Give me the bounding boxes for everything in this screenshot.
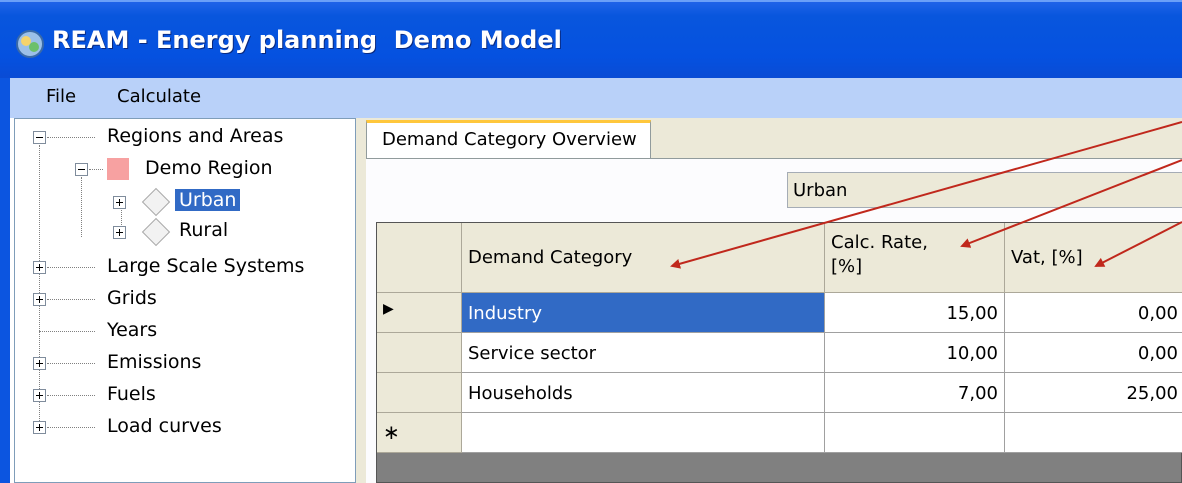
column-header-vat[interactable]: Vat, [%]	[1005, 223, 1182, 293]
cell-calc-rate[interactable]: 7,00	[825, 373, 1005, 413]
cell-category[interactable]: Households	[462, 373, 825, 413]
app-icon	[16, 30, 44, 58]
row-header[interactable]	[377, 373, 462, 413]
panel-splitter[interactable]	[356, 118, 366, 483]
tree-item-years[interactable]: Years	[107, 319, 157, 341]
menu-calculate[interactable]: Calculate	[117, 86, 201, 107]
row-header-new[interactable]: ∗	[377, 413, 462, 453]
expand-icon[interactable]	[113, 196, 126, 209]
region-color-swatch	[107, 158, 129, 180]
region-selector[interactable]: Urban	[787, 172, 1182, 208]
column-header-calc-rate-line1: Calc. Rate,	[831, 232, 928, 253]
expand-icon[interactable]	[33, 293, 46, 306]
tree-item-fuels[interactable]: Fuels	[107, 383, 156, 405]
window-frame	[0, 78, 10, 483]
expand-icon[interactable]	[33, 261, 46, 274]
demand-category-grid[interactable]: Demand Category Calc. Rate, [%] Vat, [%]…	[376, 222, 1182, 483]
cell-calc-rate[interactable]: 15,00	[825, 293, 1005, 333]
tree-item-demo-region[interactable]: Demo Region	[145, 157, 273, 179]
expand-icon[interactable]	[33, 389, 46, 402]
column-header-calc-rate[interactable]: Calc. Rate, [%]	[825, 223, 1005, 293]
cell-calc-rate[interactable]: 10,00	[825, 333, 1005, 373]
tab-strip-border	[366, 158, 1182, 159]
grid-corner-header	[377, 223, 462, 293]
expand-icon[interactable]	[33, 357, 46, 370]
navigation-tree[interactable]: Regions and Areas Demo Region Urban Rura…	[14, 118, 356, 483]
tree-item-urban[interactable]: Urban	[175, 189, 241, 211]
tree-item-large-scale-systems[interactable]: Large Scale Systems	[107, 255, 304, 277]
cell-category[interactable]: Industry	[462, 293, 825, 333]
cell-category-new[interactable]	[462, 413, 825, 453]
menu-file[interactable]: File	[46, 86, 76, 107]
cell-vat-new[interactable]	[1005, 413, 1182, 453]
column-header-demand-category[interactable]: Demand Category	[462, 223, 825, 293]
area-diamond-icon	[141, 187, 171, 217]
tree-item-emissions[interactable]: Emissions	[107, 351, 201, 373]
title-bar: REAM - Energy planning Demo Model	[0, 0, 1182, 78]
row-header-current[interactable]: ▶	[377, 293, 462, 333]
collapse-icon[interactable]	[75, 163, 88, 176]
tab-demand-category-overview[interactable]: Demand Category Overview	[366, 120, 651, 158]
column-header-calc-rate-line2: [%]	[831, 256, 863, 277]
window-title: REAM - Energy planning Demo Model	[52, 26, 562, 54]
cell-category[interactable]: Service sector	[462, 333, 825, 373]
tree-item-load-curves[interactable]: Load curves	[107, 415, 222, 437]
content-pane: Demand Category Overview Urban Demand Ca…	[366, 118, 1182, 483]
cell-vat[interactable]: 25,00	[1005, 373, 1182, 413]
cell-vat[interactable]: 0,00	[1005, 293, 1182, 333]
cell-vat[interactable]: 0,00	[1005, 333, 1182, 373]
tree-item-rural[interactable]: Rural	[179, 219, 228, 241]
menu-bar: File Calculate	[10, 78, 1182, 118]
expand-icon[interactable]	[113, 226, 126, 239]
expand-icon[interactable]	[33, 421, 46, 434]
cell-calc-rate-new[interactable]	[825, 413, 1005, 453]
area-diamond-icon	[141, 217, 171, 247]
row-header[interactable]	[377, 333, 462, 373]
collapse-icon[interactable]	[33, 131, 46, 144]
tree-item-grids[interactable]: Grids	[107, 287, 157, 309]
tree-item-regions-and-areas[interactable]: Regions and Areas	[107, 125, 283, 147]
